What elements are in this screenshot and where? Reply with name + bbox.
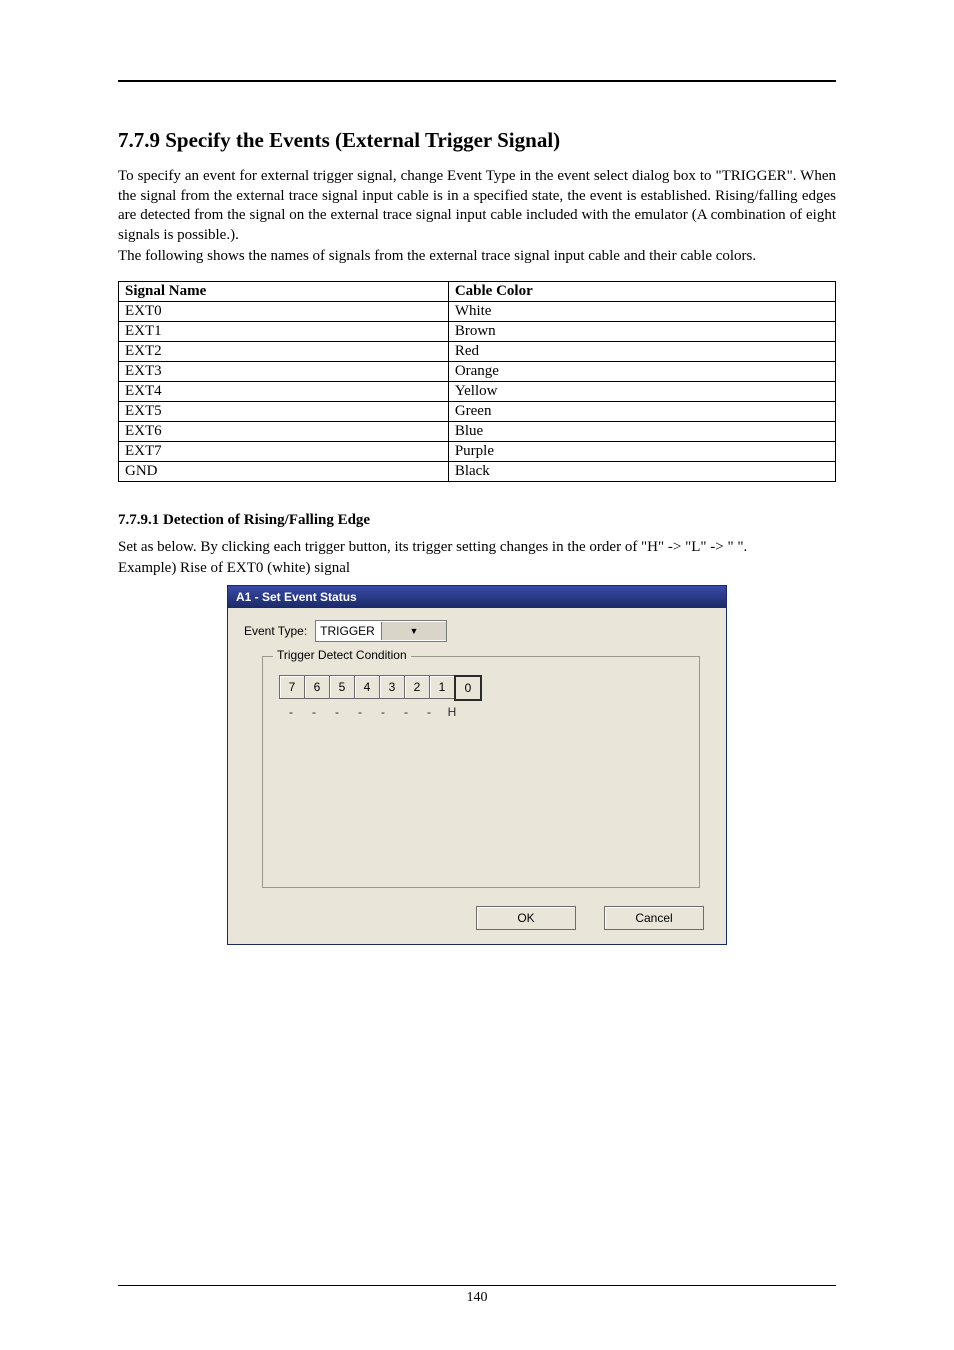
table-header-signal: Signal Name (119, 281, 449, 301)
section-heading: 7.7.9 Specify the Events (External Trigg… (118, 128, 836, 153)
document-page: 7.7.9 Specify the Events (External Trigg… (0, 0, 954, 1350)
trigger-button-1[interactable]: 1 (429, 675, 455, 699)
trigger-button-7[interactable]: 7 (279, 675, 305, 699)
trigger-button-row: 7 6 5 4 3 2 1 0 (279, 675, 683, 701)
trigger-button-0[interactable]: 0 (454, 675, 482, 701)
cancel-button[interactable]: Cancel (604, 906, 704, 930)
trigger-button-4[interactable]: 4 (354, 675, 380, 699)
table-header-color: Cable Color (448, 281, 835, 301)
table-row: EXT3Orange (119, 361, 836, 381)
event-type-select[interactable]: TRIGGER ▼ (315, 620, 447, 642)
trigger-button-3[interactable]: 3 (379, 675, 405, 699)
table-row: EXT0White (119, 301, 836, 321)
set-event-status-dialog: A1 - Set Event Status Event Type: TRIGGE… (227, 585, 727, 945)
table-row: EXT4Yellow (119, 381, 836, 401)
table-row: EXT5Green (119, 401, 836, 421)
dialog-actions: OK Cancel (228, 896, 726, 944)
table-row: EXT7Purple (119, 441, 836, 461)
ok-button[interactable]: OK (476, 906, 576, 930)
trigger-indicator: H (440, 705, 464, 719)
paragraph-1: To specify an event for external trigger… (118, 167, 836, 245)
page-footer: 140 (118, 1285, 836, 1306)
trigger-indicator: - (371, 705, 395, 719)
trigger-detect-group: Trigger Detect Condition 7 6 5 4 3 2 1 0… (262, 656, 700, 888)
dialog-title-bar: A1 - Set Event Status (228, 586, 726, 608)
trigger-button-2[interactable]: 2 (404, 675, 430, 699)
signal-table: Signal Name Cable Color EXT0White EXT1Br… (118, 281, 836, 482)
trigger-button-5[interactable]: 5 (329, 675, 355, 699)
trigger-indicator: - (279, 705, 303, 719)
event-type-value: TRIGGER (316, 624, 381, 638)
instruction-1: Set as below. By clicking each trigger b… (118, 539, 836, 556)
trigger-indicator: - (348, 705, 372, 719)
trigger-indicator: - (325, 705, 349, 719)
page-number: 140 (467, 1290, 488, 1305)
group-legend: Trigger Detect Condition (273, 648, 411, 662)
trigger-indicator: - (302, 705, 326, 719)
chevron-down-icon[interactable]: ▼ (381, 622, 447, 640)
event-type-label: Event Type: (244, 624, 307, 638)
table-row: EXT1Brown (119, 321, 836, 341)
trigger-indicator-row: - - - - - - - H (279, 705, 683, 719)
top-rule (118, 80, 836, 82)
table-row: EXT6Blue (119, 421, 836, 441)
subsection-heading: 7.7.9.1 Detection of Rising/Falling Edge (118, 512, 836, 529)
trigger-indicator: - (417, 705, 441, 719)
table-row: EXT2Red (119, 341, 836, 361)
table-row: GNDBlack (119, 461, 836, 481)
dialog-body: Event Type: TRIGGER ▼ Trigger Detect Con… (228, 608, 726, 896)
trigger-indicator: - (394, 705, 418, 719)
paragraph-2: The following shows the names of signals… (118, 247, 836, 267)
instruction-2: Example) Rise of EXT0 (white) signal (118, 560, 836, 577)
trigger-button-6[interactable]: 6 (304, 675, 330, 699)
